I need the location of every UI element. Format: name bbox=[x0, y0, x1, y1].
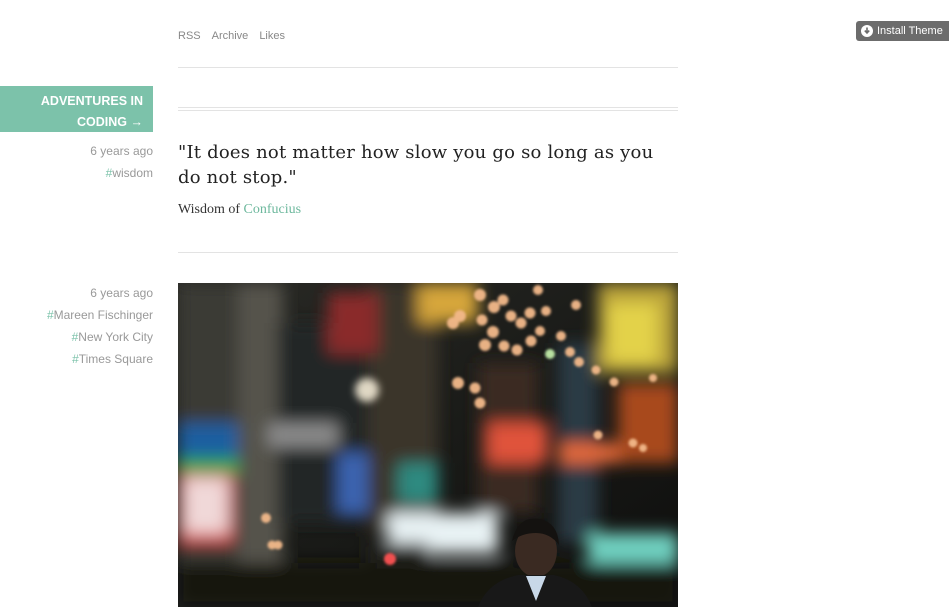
post-meta: 6 years ago #wisdom bbox=[90, 140, 153, 184]
nav-likes[interactable]: Likes bbox=[259, 30, 285, 42]
blog-title-line-2: CODING → bbox=[77, 115, 143, 129]
quote-source: Wisdom of Confucius bbox=[178, 202, 301, 218]
nav-archive[interactable]: Archive bbox=[212, 30, 249, 42]
times-square-bokeh-image bbox=[178, 283, 678, 607]
top-nav: RSS Archive Likes bbox=[178, 30, 285, 42]
install-theme-label: Install Theme bbox=[877, 25, 943, 37]
post-tag[interactable]: #wisdom bbox=[90, 162, 153, 184]
post-meta: 6 years ago #Mareen Fischinger #New York… bbox=[47, 282, 153, 370]
quote-text: "It does not matter how slow you go so l… bbox=[178, 142, 654, 188]
install-theme-button[interactable]: Install Theme bbox=[856, 21, 949, 41]
quote-source-prefix: Wisdom of bbox=[178, 202, 244, 217]
download-icon bbox=[861, 25, 873, 37]
post-tag[interactable]: #New York City bbox=[47, 326, 153, 348]
nav-rss[interactable]: RSS bbox=[178, 30, 201, 42]
tumblr-blog-page: Install Theme RSS Archive Likes ADVENTUR… bbox=[0, 0, 949, 607]
post-tag[interactable]: #Times Square bbox=[47, 348, 153, 370]
post-timestamp[interactable]: 6 years ago bbox=[90, 140, 153, 162]
post-photo[interactable] bbox=[178, 283, 678, 607]
divider bbox=[178, 110, 678, 111]
quote-source-link[interactable]: Confucius bbox=[244, 202, 302, 217]
divider bbox=[178, 107, 678, 108]
divider bbox=[178, 252, 678, 253]
post-tag[interactable]: #Mareen Fischinger bbox=[47, 304, 153, 326]
blog-title-link[interactable]: ADVENTURES IN CODING → bbox=[0, 86, 153, 132]
post-timestamp[interactable]: 6 years ago bbox=[47, 282, 153, 304]
blog-title-line-1: ADVENTURES IN bbox=[40, 94, 143, 108]
divider bbox=[178, 67, 678, 68]
